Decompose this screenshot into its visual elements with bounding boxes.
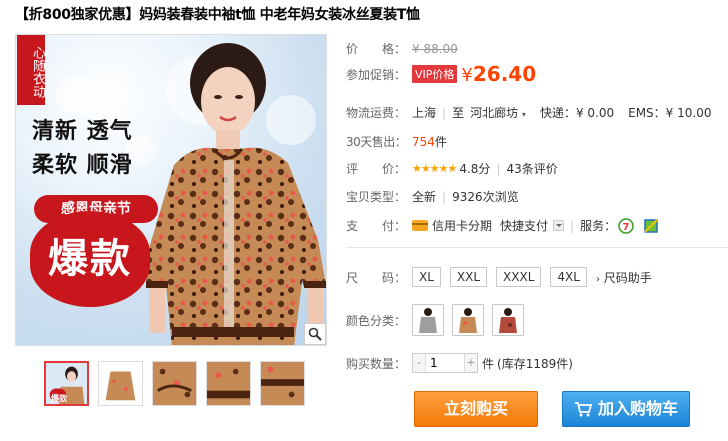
row-quantity: 购买数量： - + 件 (库存1189件) <box>346 353 573 373</box>
svg-text:7: 7 <box>623 222 630 233</box>
add-to-cart-label: 加入购物车 <box>597 399 678 418</box>
row-shipping: 物流运费： 上海 | 至 河北廊坊 ▾ 快递：¥ 0.00 EMS：¥ 10.0… <box>346 104 711 121</box>
size-option-xl[interactable]: XL <box>412 267 441 287</box>
divider <box>346 247 728 248</box>
quantity-unit: 件 <box>482 356 495 371</box>
item-condition: 全新 <box>412 190 437 204</box>
color-option-1[interactable] <box>412 304 444 336</box>
service-label: 服务： <box>580 219 617 233</box>
rating-score: 4.8分 <box>459 162 491 176</box>
thumbnail-1[interactable]: 爆款 <box>44 361 89 406</box>
thumbnail-strip: 爆款 <box>44 361 305 406</box>
product-title: 【折800独家优惠】妈妈装春装中袖t恤 中老年妈女装冰丝夏装T恤 <box>15 4 420 24</box>
row-size: 尺 码： XL XXL XXXL 4XL › 尺码助手 <box>346 267 652 287</box>
ship-destination-select[interactable]: 河北廊坊 ▾ <box>470 104 526 121</box>
row-color: 颜色分类： <box>346 304 532 336</box>
zoom-icon[interactable] <box>304 323 326 345</box>
ship-sep: | <box>442 105 447 120</box>
add-to-cart-button[interactable]: 加入购物车 <box>562 391 690 427</box>
sold-count: 754 <box>412 134 435 149</box>
title-text: 妈妈装春装中袖t恤 中老年妈女装冰丝夏装T恤 <box>139 7 420 23</box>
promo-price-value: 26.40 <box>472 62 537 86</box>
color-option-2[interactable] <box>452 304 484 336</box>
row-type: 宝贝类型： 全新 | 9326次浏览 <box>346 189 519 205</box>
color-option-3[interactable] <box>492 304 524 336</box>
quantity-decrement-button[interactable]: - <box>413 354 425 372</box>
thumbnail-5[interactable] <box>260 361 305 406</box>
seven-day-return-icon[interactable]: 7 <box>618 217 634 234</box>
row-rating: 评 价： ★★★★★ 4.8分 | 43条评价 <box>346 160 558 177</box>
type-label: 宝贝类型： <box>346 190 407 204</box>
ship-destination: 河北廊坊 <box>470 106 519 120</box>
quantity-input[interactable] <box>425 354 465 372</box>
thumbnail-3[interactable] <box>152 361 197 406</box>
size-option-xxl[interactable]: XXL <box>449 267 488 287</box>
sold-label: 30天售出： <box>346 135 407 149</box>
sold-unit: 件 <box>434 135 447 149</box>
payment-dropdown-icon[interactable] <box>553 220 565 231</box>
express-fee: 快递：¥ 0.00 <box>539 106 615 120</box>
row-sold: 30天售出： 754 件 <box>346 133 447 150</box>
original-price: ¥ 88.00 <box>412 41 458 56</box>
size-option-xxxl[interactable]: XXXL <box>496 267 542 287</box>
credit-card-icon <box>412 220 428 231</box>
size-option-4xl[interactable]: 4XL <box>550 267 587 287</box>
review-count-link[interactable]: 43条评价 <box>506 160 557 177</box>
thumbnail-1-label: 爆款 <box>51 394 67 403</box>
credit-installment[interactable]: 信用卡分期 <box>432 217 492 234</box>
chevron-down-icon: ▾ <box>521 110 526 119</box>
price-label: 价 格： <box>346 42 407 56</box>
payment-label: 支 付： <box>346 219 407 233</box>
size-label: 尺 码： <box>346 270 407 285</box>
currency-symbol: ¥ <box>461 65 473 86</box>
ship-to-word: 至 <box>452 106 465 120</box>
star-rating-icon: ★★★★★ <box>412 162 457 175</box>
image-slogan-2: 柔软 顺滑 <box>32 153 133 178</box>
model-figure <box>146 43 326 345</box>
thumbnail-2[interactable] <box>98 361 143 406</box>
quantity-increment-button[interactable]: + <box>465 354 477 372</box>
image-hot-badge: 爆款 <box>30 211 150 307</box>
thumbnail-4[interactable] <box>206 361 251 406</box>
row-original-price: 价 格： ¥ 88.00 <box>346 40 458 57</box>
row-promo-price: 参加促销： VIP价格 ¥26.40 <box>346 62 536 86</box>
size-helper-label: 尺码助手 <box>603 270 652 285</box>
quick-pay[interactable]: 快捷支付 <box>500 217 548 234</box>
title-promo: 【折800独家优惠】 <box>15 7 140 23</box>
shipping-label: 物流运费： <box>346 106 407 120</box>
chevron-right-icon: › <box>595 273 600 285</box>
promo-label: 参加促销： <box>346 67 407 82</box>
quantity-stepper[interactable]: - + <box>412 353 478 373</box>
view-count: 9326次浏览 <box>452 190 519 204</box>
stock-count: (库存1189件) <box>497 356 573 371</box>
ems-fee: EMS：¥ 10.00 <box>628 106 712 120</box>
vip-badge: VIP价格 <box>412 65 458 83</box>
main-product-image[interactable]: 心随衣动 清新 透气 柔软 顺滑 感恩母亲节 爆款 <box>15 34 327 346</box>
rating-label: 评 价： <box>346 162 407 176</box>
ship-from: 上海 <box>412 106 437 120</box>
cart-icon <box>574 402 592 417</box>
guarantee-icon[interactable] <box>644 218 658 233</box>
promo-price: ¥26.40 <box>461 62 536 86</box>
color-label: 颜色分类： <box>346 313 407 328</box>
size-helper-link[interactable]: › 尺码助手 <box>596 269 652 286</box>
row-payment: 支 付： 信用卡分期 快捷支付 | 服务： 7 <box>346 217 658 234</box>
quantity-label: 购买数量： <box>346 356 407 371</box>
image-tag: 心随衣动 <box>17 35 45 105</box>
image-slogan-1: 清新 透气 <box>32 119 133 144</box>
buy-now-button[interactable]: 立刻购买 <box>414 391 538 427</box>
